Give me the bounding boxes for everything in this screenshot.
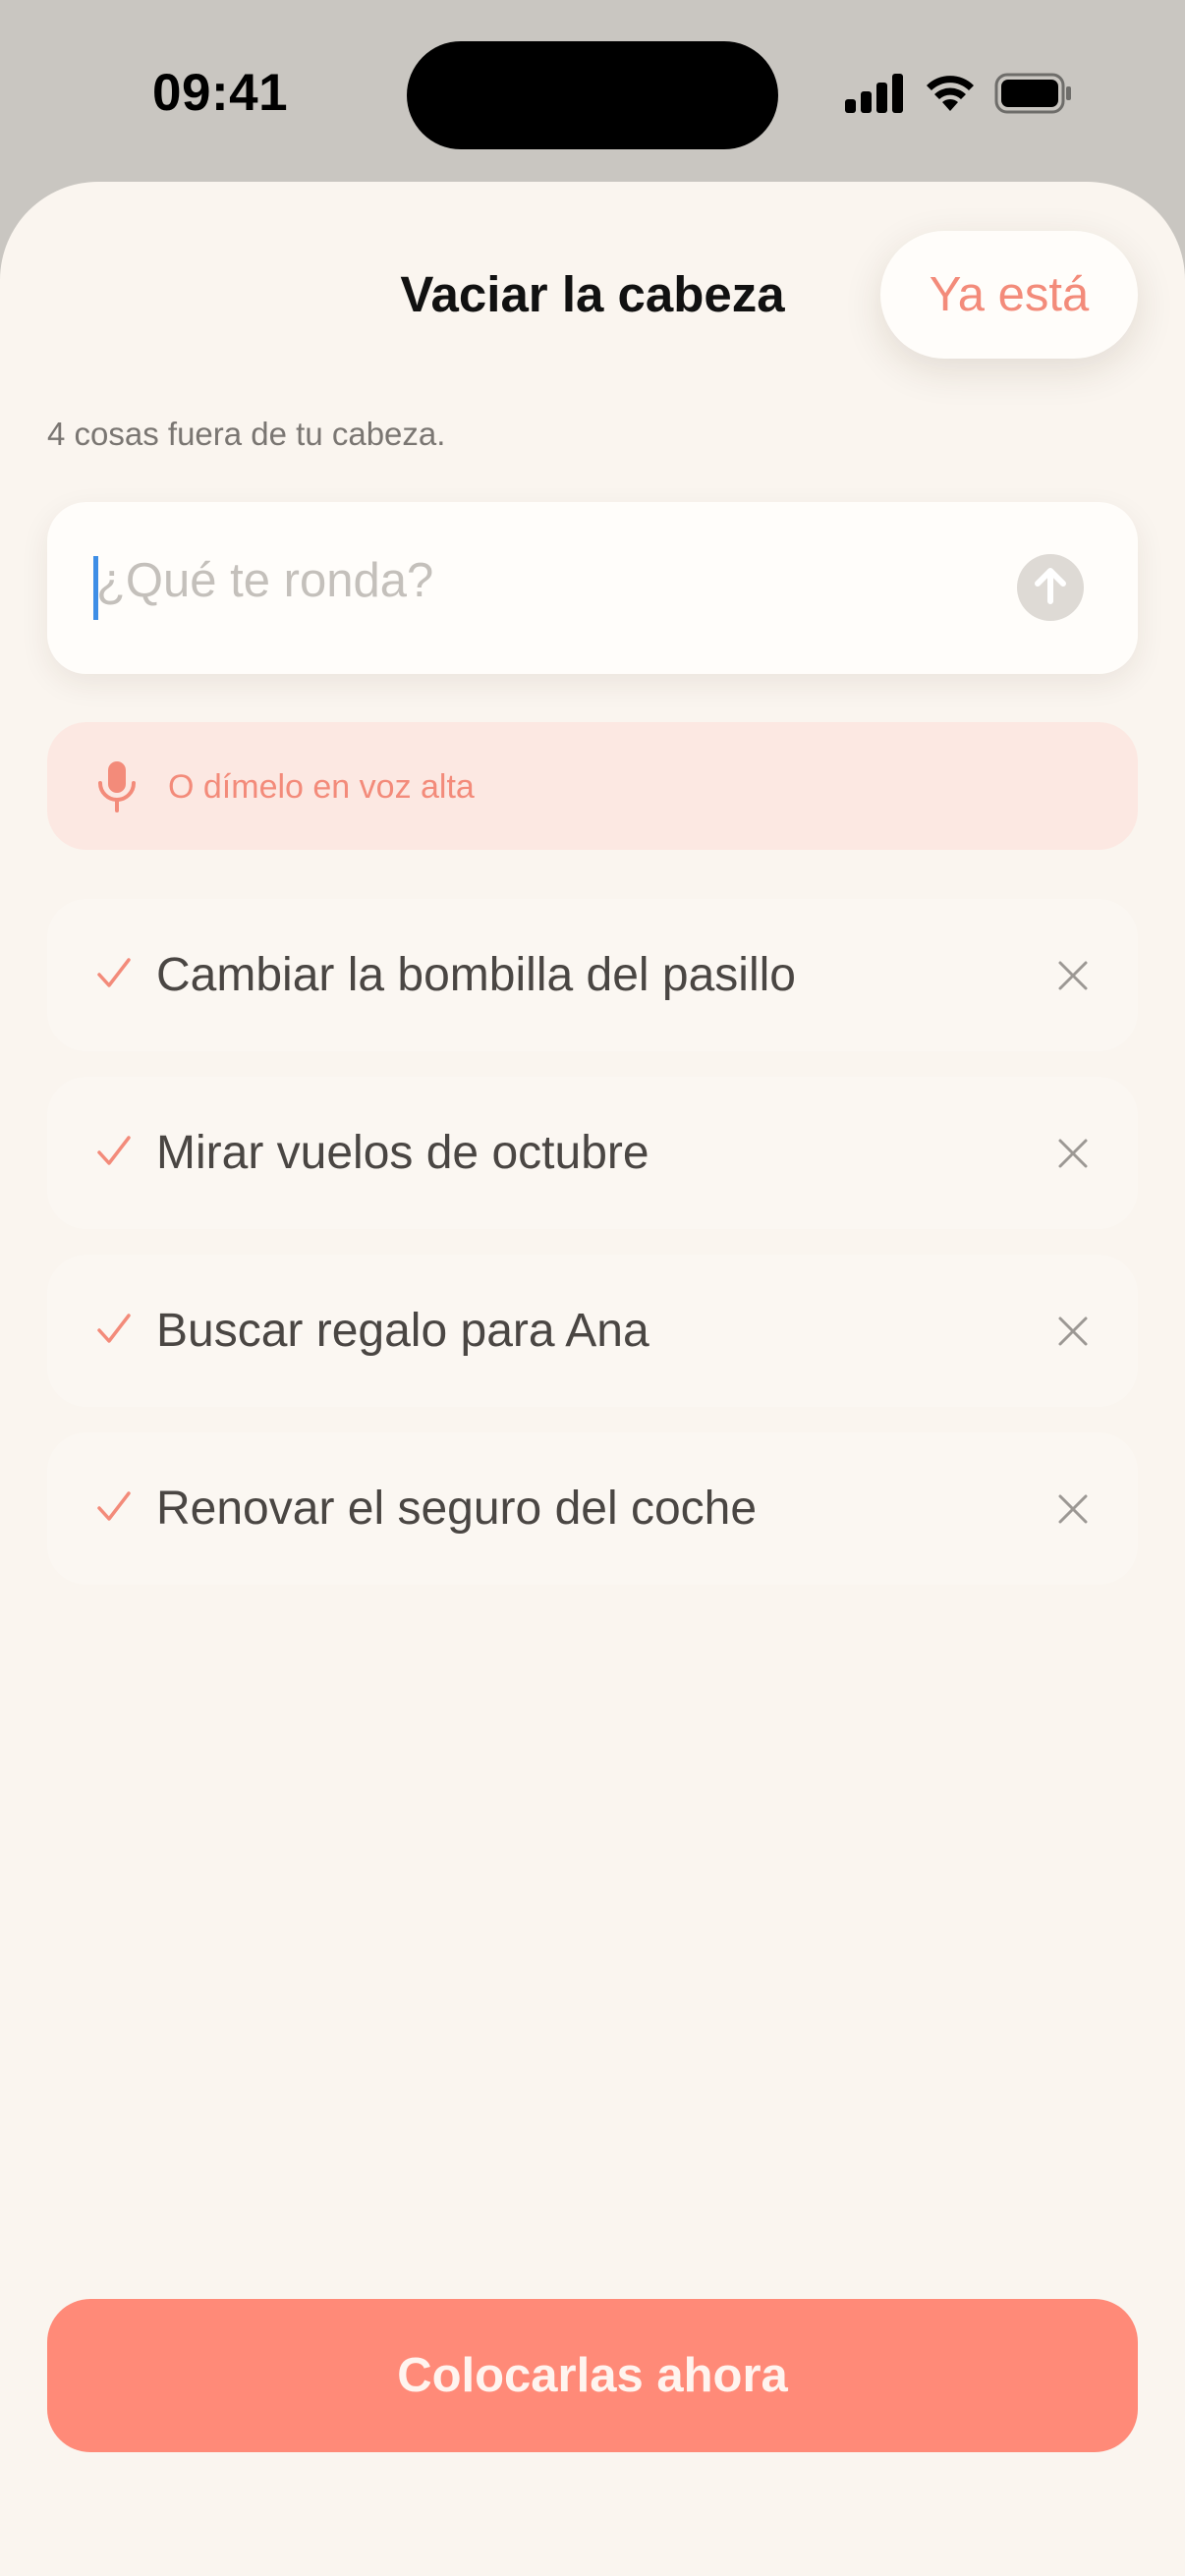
checkmark-icon [96,956,132,991]
arrow-up-icon [1033,566,1068,610]
close-icon[interactable] [1051,954,1095,997]
voice-input-button[interactable]: O dímelo en voz alta [47,722,1138,850]
wifi-icon [924,74,977,118]
text-cursor [93,556,98,620]
thought-input[interactable]: ¿Qué te ronda? [47,502,1138,674]
done-button[interactable]: Ya está [880,231,1138,359]
status-time: 09:41 [152,64,289,122]
cellular-signal-icon [845,73,906,118]
send-button[interactable] [1017,554,1084,621]
close-icon[interactable] [1051,1487,1095,1531]
list-item-label: Buscar regalo para Ana [156,1305,649,1357]
microphone-icon [96,759,138,814]
checkmark-icon [96,1489,132,1525]
checkmark-icon [96,1312,132,1347]
close-icon[interactable] [1051,1310,1095,1353]
voice-input-label: O dímelo en voz alta [168,768,475,806]
thought-input-placeholder: ¿Qué te ronda? [96,554,434,607]
battery-icon [994,73,1073,119]
list-item-label: Renovar el seguro del coche [156,1483,758,1535]
items-count-subtitle: 4 cosas fuera de tu cabeza. [47,416,446,452]
list-item: Cambiar la bombilla del pasillo [47,899,1138,1051]
list-item: Mirar vuelos de octubre [47,1077,1138,1229]
close-icon[interactable] [1051,1132,1095,1175]
checkmark-icon [96,1134,132,1169]
list-item-label: Cambiar la bombilla del pasillo [156,949,796,1001]
dynamic-island [407,41,778,149]
list-item-label: Mirar vuelos de octubre [156,1127,649,1179]
status-icons [845,71,1073,120]
brain-dump-sheet: Vaciar la cabeza Ya está 4 cosas fuera d… [0,182,1185,2576]
list-item: Renovar el seguro del coche [47,1432,1138,1585]
list-item: Buscar regalo para Ana [47,1255,1138,1407]
status-bar: 09:41 [0,0,1185,187]
place-items-button[interactable]: Colocarlas ahora [47,2299,1138,2452]
